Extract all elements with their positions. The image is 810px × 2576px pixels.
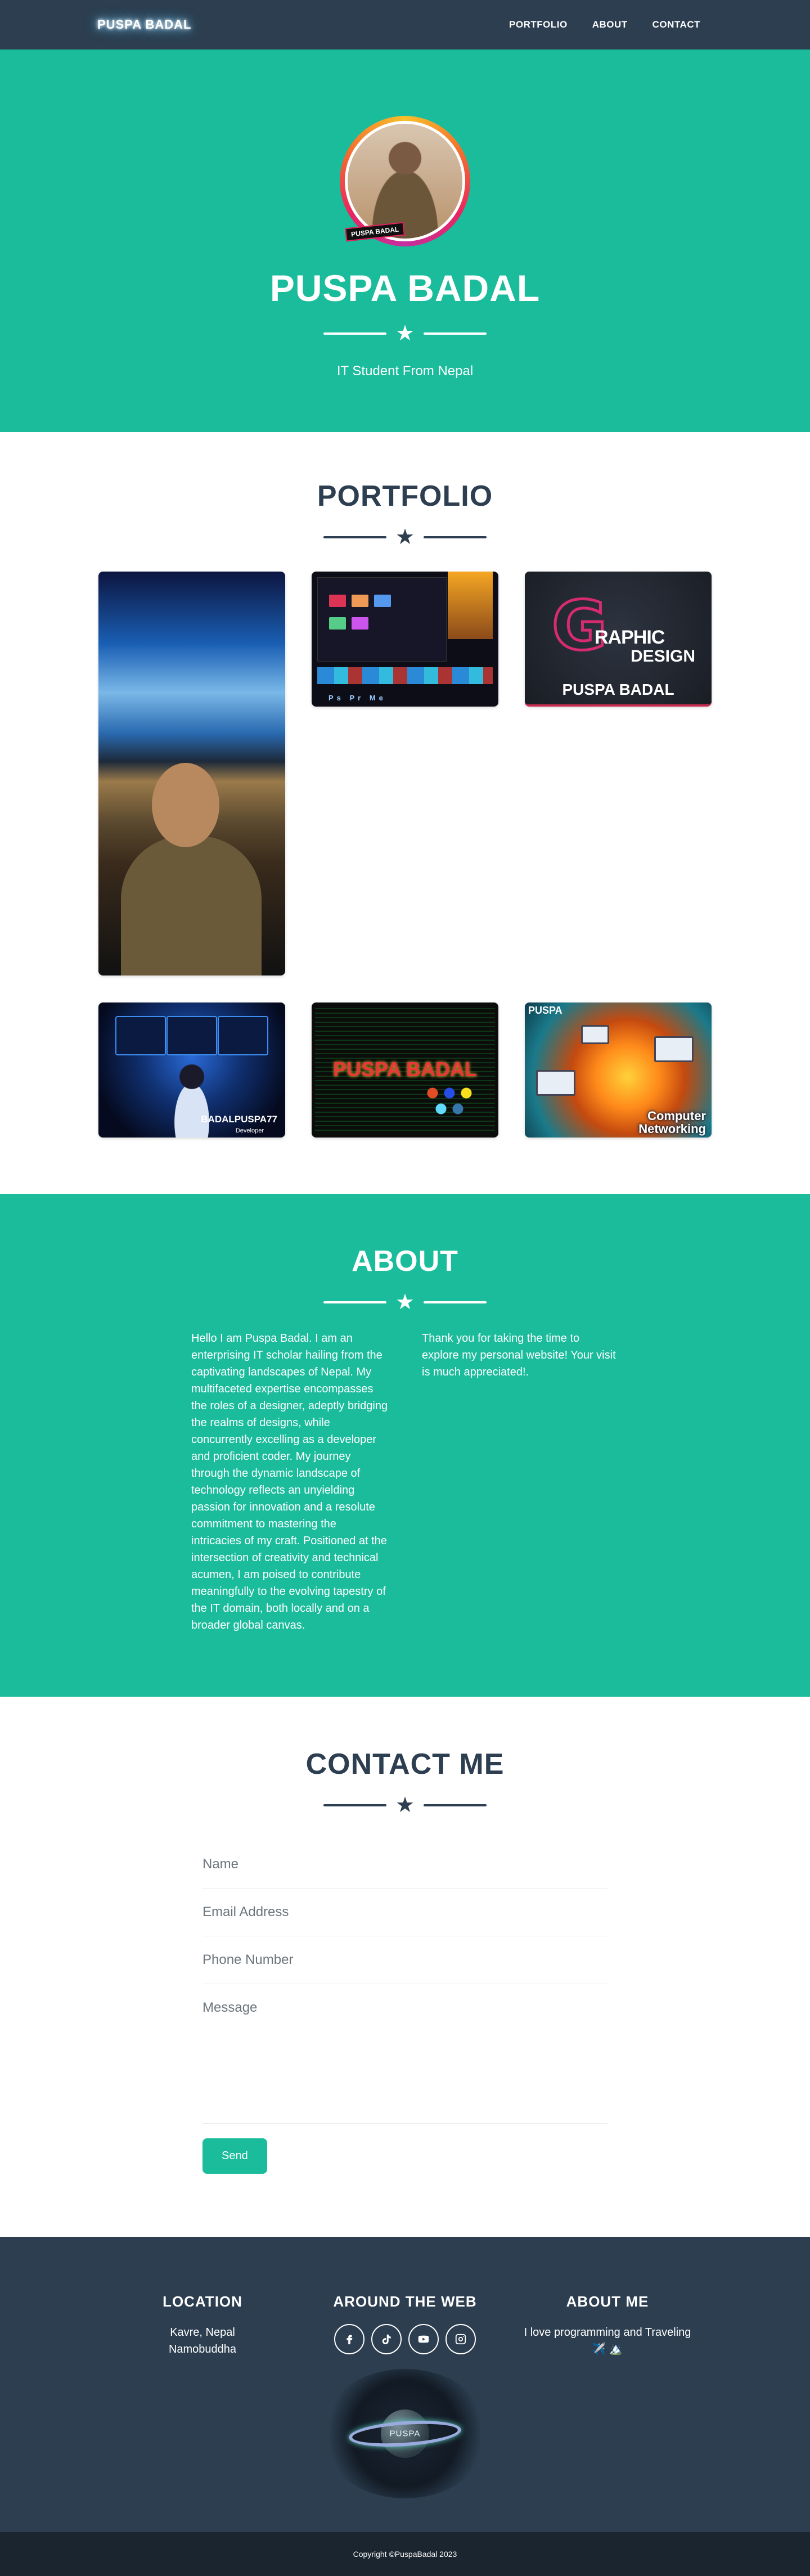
about-section: ABOUT ★ Hello I am Puspa Badal. I am an … <box>0 1194 810 1697</box>
footer-web-title: AROUND THE WEB <box>333 2293 477 2310</box>
youtube-icon[interactable] <box>408 2324 439 2354</box>
portfolio-item-coding-banner[interactable]: PUSPA BADAL <box>312 1002 498 1138</box>
avatar-photo <box>348 124 462 239</box>
contact-title: CONTACT ME <box>305 1748 505 1781</box>
portfolio-section: PORTFOLIO ★ Ps Pr Me G RAPHIC DESIGN PUS… <box>0 432 810 1194</box>
planet-label: PUSPA <box>389 2429 421 2439</box>
star-divider: ★ <box>323 527 487 548</box>
tech-logos <box>421 1081 478 1121</box>
contact-section: CONTACT ME ★ Send <box>0 1697 810 2237</box>
copyright-text: Copyright ©PuspaBadal 2023 <box>353 2550 457 2559</box>
portfolio-grid: Ps Pr Me G RAPHIC DESIGN PUSPA BADAL BAD… <box>98 572 712 1138</box>
nav-link-about[interactable]: ABOUT <box>592 19 628 30</box>
message-field[interactable] <box>202 2000 608 2105</box>
portfolio-title: PORTFOLIO <box>317 480 493 512</box>
tiktok-icon[interactable] <box>371 2324 402 2354</box>
brand-logo[interactable]: PUSPA BADAL <box>97 11 191 39</box>
nav-link-contact[interactable]: CONTACT <box>652 19 700 30</box>
footer: LOCATION Kavre, Nepal Namobuddha AROUND T… <box>0 2237 810 2532</box>
star-divider: ★ <box>323 1795 487 1816</box>
contact-form: Send <box>202 1841 608 2174</box>
send-button[interactable]: Send <box>202 2138 267 2174</box>
footer-about-text: I love programming and Traveling ✈️ 🏔️ <box>524 2326 691 2355</box>
instagram-icon[interactable] <box>446 2324 476 2354</box>
avatar: PUSPA BADAL <box>340 116 470 246</box>
portfolio-item-computer-networking[interactable]: PUSPA Computer Networking <box>525 1002 712 1138</box>
star-icon: ★ <box>395 525 415 549</box>
nav-links: PORTFOLIO ABOUT CONTACT <box>509 19 700 30</box>
navbar: PUSPA BADAL PORTFOLIO ABOUT CONTACT <box>0 0 810 50</box>
app-icons: Ps Pr Me <box>328 694 386 702</box>
location-line-2: Namobuddha <box>168 2343 237 2355</box>
portfolio-item-video-editing[interactable]: Ps Pr Me <box>312 572 498 707</box>
star-divider: ★ <box>323 323 487 344</box>
footer-about: ABOUT ME I love programming and Travelin… <box>518 2293 698 2358</box>
copyright-bar: Copyright ©PuspaBadal 2023 <box>0 2532 810 2576</box>
masthead: PUSPA BADAL PUSPA BADAL ★ IT Student Fro… <box>0 50 810 432</box>
phone-field[interactable] <box>202 1952 608 1968</box>
name-field[interactable] <box>202 1856 608 1872</box>
planet-logo: PUSPA <box>321 2369 489 2498</box>
about-text-left: Hello I am Puspa Badal. I am an enterpri… <box>191 1332 388 1631</box>
email-field[interactable] <box>202 1904 608 1920</box>
star-icon: ★ <box>395 1793 415 1817</box>
hero-name: PUSPA BADAL <box>269 267 541 309</box>
footer-location: LOCATION Kavre, Nepal Namobuddha <box>112 2293 292 2358</box>
graphic-design-caption: PUSPA BADAL <box>562 681 674 698</box>
about-title: ABOUT <box>352 1245 458 1278</box>
portfolio-item-developer-setup[interactable]: BADALPUSPA77 Developer <box>98 1002 285 1138</box>
star-divider: ★ <box>323 1292 487 1313</box>
star-icon: ★ <box>395 322 415 345</box>
star-icon: ★ <box>395 1291 415 1314</box>
nav-link-portfolio[interactable]: PORTFOLIO <box>509 19 568 30</box>
footer-about-title: ABOUT ME <box>566 2293 649 2310</box>
location-line-1: Kavre, Nepal <box>170 2326 235 2339</box>
facebook-icon[interactable] <box>334 2324 364 2354</box>
about-text-right: Thank you for taking the time to explore… <box>422 1332 616 1378</box>
footer-social: AROUND THE WEB <box>315 2293 495 2358</box>
portfolio-item-graphic-design[interactable]: G RAPHIC DESIGN PUSPA BADAL <box>525 572 712 707</box>
hero-subtitle: IT Student From Nepal <box>336 363 474 379</box>
portfolio-item-workspace-photo[interactable] <box>98 572 285 975</box>
footer-location-title: LOCATION <box>163 2293 242 2310</box>
